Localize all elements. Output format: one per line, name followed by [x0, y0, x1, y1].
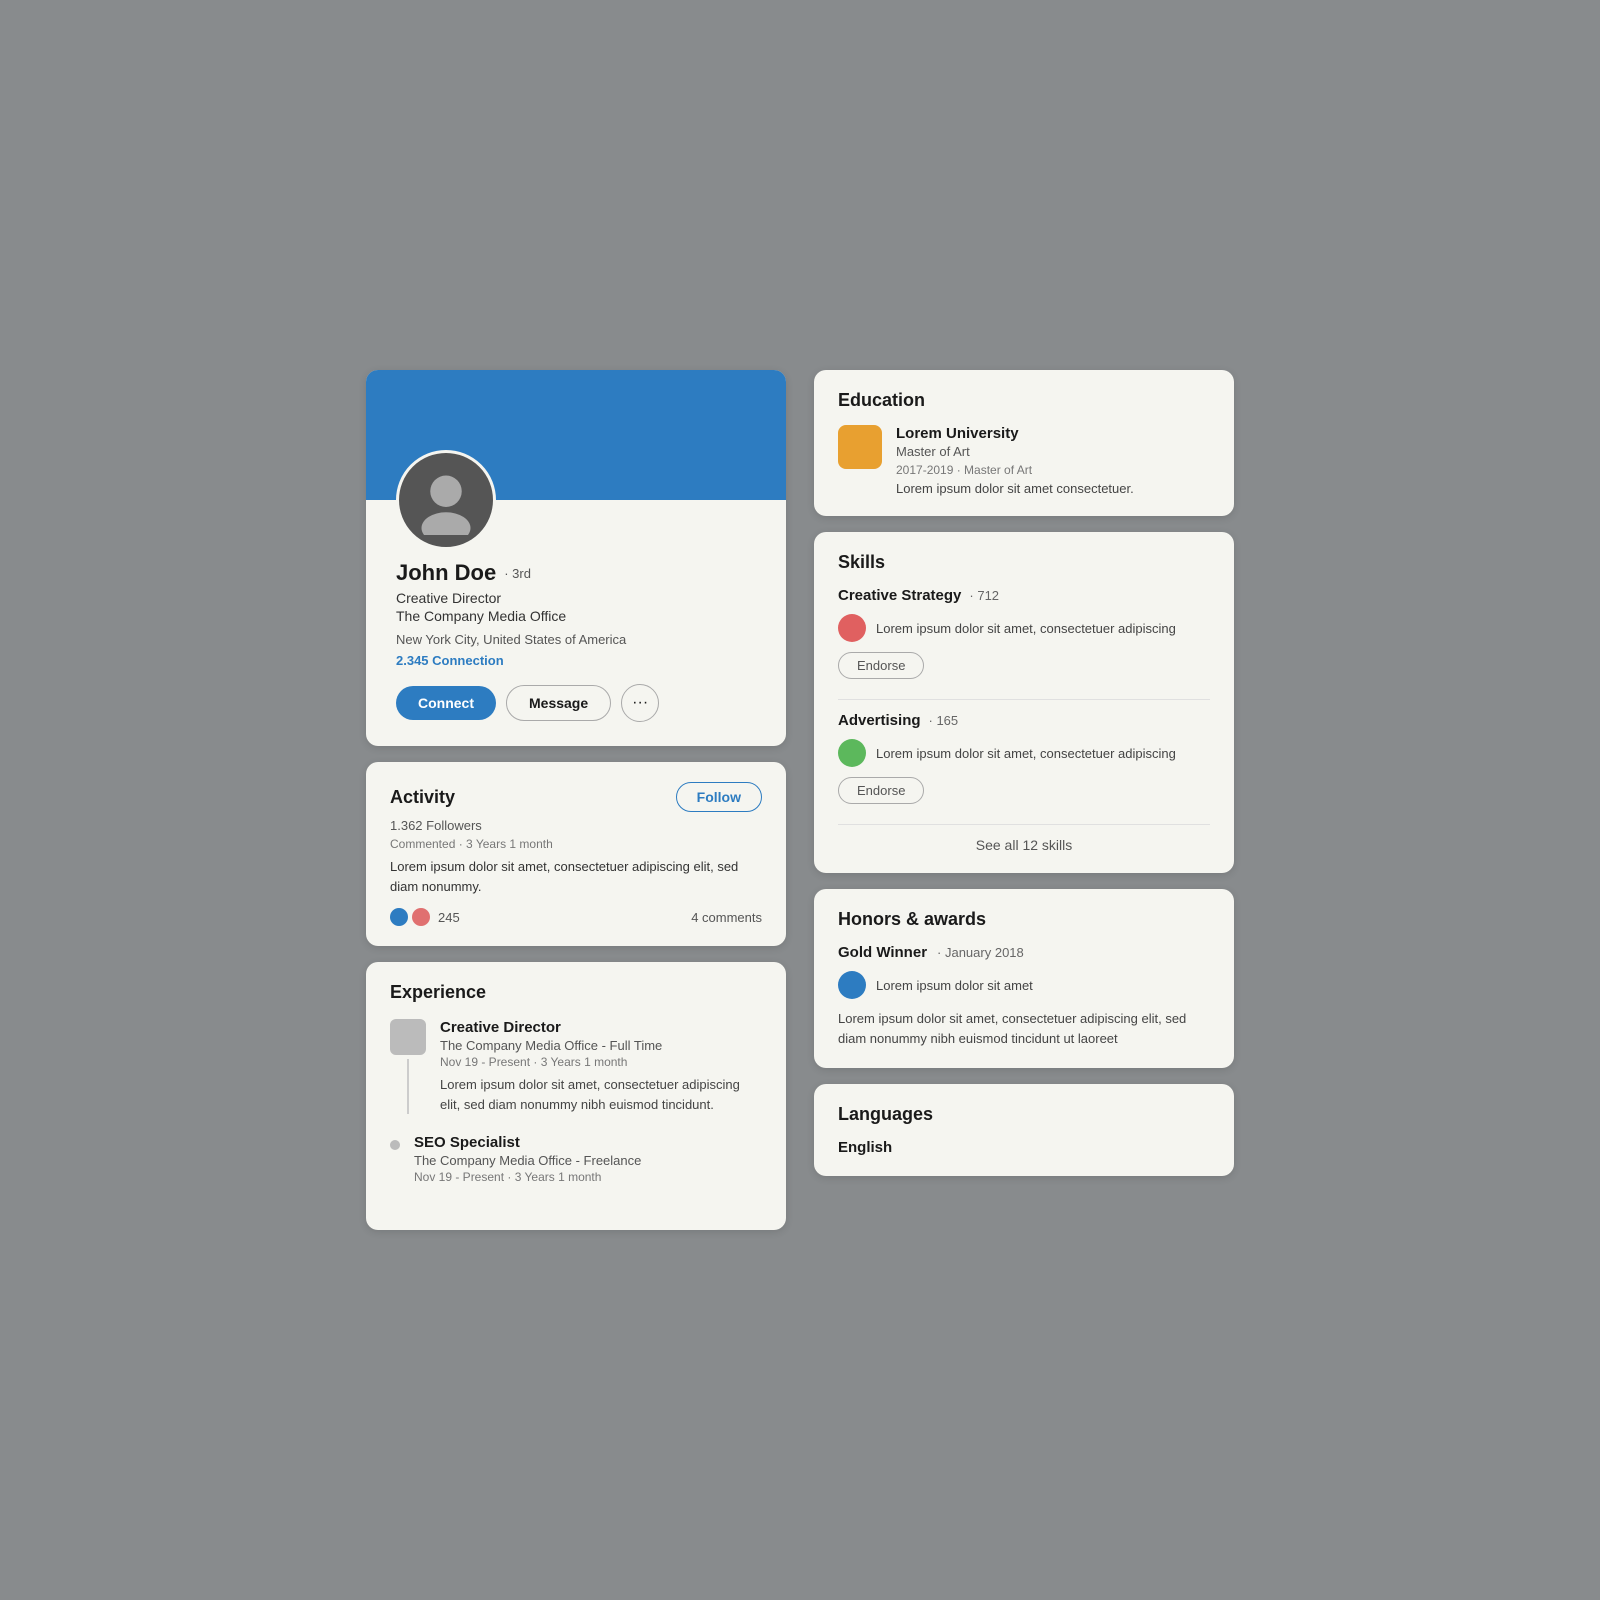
endorse-button-1[interactable]: Endorse [838, 652, 924, 679]
skill-user-text-1: Lorem ipsum dolor sit amet, consectetuer… [876, 621, 1176, 636]
exp-company-2: The Company Media Office - Freelance [414, 1153, 762, 1168]
activity-section: Activity Follow 1.362 Followers Commente… [366, 762, 786, 946]
exp-duration-2: Nov 19 - Present · 3 Years 1 month [414, 1170, 762, 1184]
activity-reactions: 245 4 comments [390, 908, 762, 926]
edu-degree-label: Master of Art [896, 444, 1134, 459]
exp-desc-1: Lorem ipsum dolor sit amet, consectetuer… [440, 1075, 762, 1114]
honor-user-row: Lorem ipsum dolor sit amet [838, 971, 1210, 999]
see-all-skills[interactable]: See all 12 skills [838, 824, 1210, 853]
left-column: John Doe · 3rd Creative Director The Com… [366, 370, 786, 1230]
exp-company-1: The Company Media Office - Full Time [440, 1038, 762, 1053]
profile-title: Creative Director [396, 590, 756, 606]
profile-banner [366, 370, 786, 500]
education-item: Lorem University Master of Art 2017-2019… [838, 425, 1210, 496]
reaction-count: 245 [438, 910, 460, 925]
skill-user-row-1: Lorem ipsum dolor sit amet, consectetuer… [838, 614, 1210, 642]
skill-user-dot-green [838, 739, 866, 767]
exp-role-2: SEO Specialist [414, 1134, 762, 1151]
skill-advertising: Advertising · 165 Lorem ipsum dolor sit … [838, 712, 1210, 804]
honors-section: Honors & awards Gold Winner · January 20… [814, 889, 1234, 1068]
honor-header: Gold Winner · January 2018 [838, 944, 1210, 961]
reaction-dots: 245 [390, 908, 460, 926]
exp-line-1 [407, 1059, 409, 1114]
experience-item-2: SEO Specialist The Company Media Office … [390, 1134, 762, 1190]
university-icon [838, 425, 882, 469]
message-button[interactable]: Message [506, 685, 611, 721]
activity-card: Activity Follow 1.362 Followers Commente… [366, 762, 786, 946]
honors-title: Honors & awards [838, 909, 1210, 930]
skill-user-dot-red [838, 614, 866, 642]
exp-dot-2 [390, 1140, 400, 1150]
skill-user-text-2: Lorem ipsum dolor sit amet, consectetuer… [876, 746, 1176, 761]
skills-divider [838, 699, 1210, 700]
followers-count: 1.362 Followers [390, 818, 762, 833]
exp-timeline-1 [390, 1019, 426, 1114]
exp-role-1: Creative Director [440, 1019, 762, 1036]
education-title: Education [838, 390, 1210, 411]
pink-reaction-icon [412, 908, 430, 926]
exp-duration-1: Nov 19 - Present · 3 Years 1 month [440, 1055, 762, 1069]
profile-degree: · 3rd [504, 566, 531, 581]
connect-button[interactable]: Connect [396, 686, 496, 720]
skill-user-row-2: Lorem ipsum dolor sit amet, consectetuer… [838, 739, 1210, 767]
edu-details: Lorem University Master of Art 2017-2019… [896, 425, 1134, 496]
skills-card: Skills Creative Strategy · 712 Lorem ips… [814, 532, 1234, 873]
education-card: Education Lorem University Master of Art… [814, 370, 1234, 516]
education-section: Education Lorem University Master of Art… [814, 370, 1234, 516]
languages-section: Languages English [814, 1084, 1234, 1176]
activity-header: Activity Follow [390, 782, 762, 812]
profile-card: John Doe · 3rd Creative Director The Com… [366, 370, 786, 746]
skill-name-2: Advertising [838, 712, 921, 729]
exp-content-2: SEO Specialist The Company Media Office … [414, 1134, 762, 1190]
exp-content-1: Creative Director The Company Media Offi… [440, 1019, 762, 1114]
languages-title: Languages [838, 1104, 1210, 1125]
avatar-wrap [396, 450, 496, 550]
skill-creative-strategy: Creative Strategy · 712 Lorem ipsum dolo… [838, 587, 1210, 679]
honor-user-text: Lorem ipsum dolor sit amet [876, 978, 1033, 993]
exp-timeline-2 [390, 1134, 400, 1190]
profile-company: The Company Media Office [396, 608, 756, 624]
activity-text: Lorem ipsum dolor sit amet, consectetuer… [390, 857, 762, 896]
experience-section: Experience Creative Director The Company… [366, 962, 786, 1230]
profile-location: New York City, United States of America [396, 632, 756, 647]
skill-count-2: · 165 [929, 713, 959, 728]
exp-icon-1 [390, 1019, 426, 1055]
profile-actions: Connect Message ··· [396, 684, 756, 722]
skill-header-1: Creative Strategy · 712 [838, 587, 1210, 604]
experience-title: Experience [390, 982, 762, 1003]
blue-reaction-icon [390, 908, 408, 926]
skills-title: Skills [838, 552, 1210, 573]
profile-name: John Doe [396, 560, 496, 586]
skill-header-2: Advertising · 165 [838, 712, 1210, 729]
experience-item-1: Creative Director The Company Media Offi… [390, 1019, 762, 1114]
skill-count-1: · 712 [969, 588, 999, 603]
honor-user-dot-blue [838, 971, 866, 999]
skills-section: Skills Creative Strategy · 712 Lorem ips… [814, 532, 1234, 873]
endorse-button-2[interactable]: Endorse [838, 777, 924, 804]
honor-name: Gold Winner [838, 944, 927, 961]
skill-name-1: Creative Strategy [838, 587, 961, 604]
profile-connections[interactable]: 2.345 Connection [396, 653, 756, 668]
activity-timestamp: Commented · 3 Years 1 month [390, 837, 762, 851]
honor-date: · January 2018 [937, 945, 1024, 960]
activity-title: Activity [390, 787, 455, 808]
edu-desc: Lorem ipsum dolor sit amet consectetuer. [896, 481, 1134, 496]
language-english: English [838, 1139, 1210, 1156]
edu-years: 2017-2019 · Master of Art [896, 463, 1134, 477]
comments-count: 4 comments [691, 910, 762, 925]
experience-card: Experience Creative Director The Company… [366, 962, 786, 1230]
follow-button[interactable]: Follow [676, 782, 762, 812]
more-button[interactable]: ··· [621, 684, 659, 722]
languages-card: Languages English [814, 1084, 1234, 1176]
avatar [396, 450, 496, 550]
university-name: Lorem University [896, 425, 1134, 442]
honor-desc: Lorem ipsum dolor sit amet, consectetuer… [838, 1009, 1210, 1048]
right-column: Education Lorem University Master of Art… [814, 370, 1234, 1176]
profile-name-row: John Doe · 3rd [396, 560, 756, 586]
honors-card: Honors & awards Gold Winner · January 20… [814, 889, 1234, 1068]
